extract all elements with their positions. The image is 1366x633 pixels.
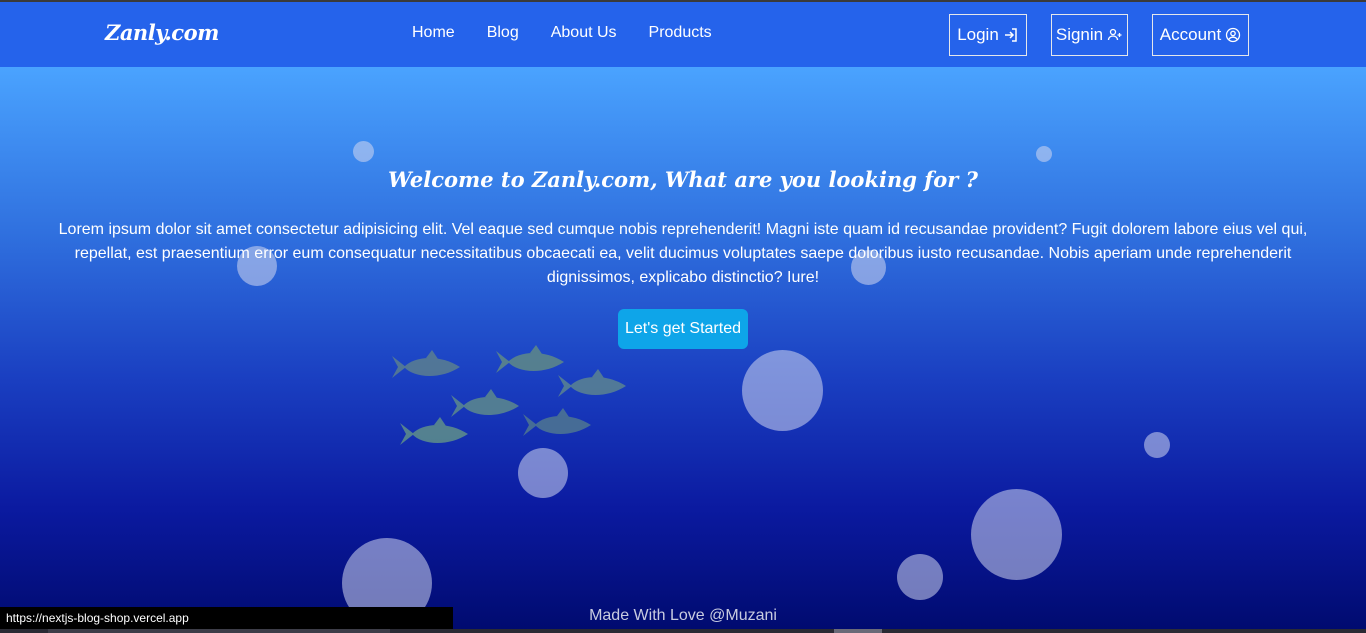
fish-icon xyxy=(392,350,460,378)
hero-section: Welcome to Zanly.com, What are you looki… xyxy=(0,67,1366,633)
nav-link-about-us[interactable]: About Us xyxy=(551,24,617,42)
nav-link-home[interactable]: Home xyxy=(412,24,455,42)
fish-icon xyxy=(558,369,626,397)
login-button[interactable]: Login xyxy=(949,14,1027,56)
nav-links: Home Blog About Us Products xyxy=(412,24,712,42)
fish-school-illustration xyxy=(390,342,640,462)
bubble xyxy=(1036,146,1052,162)
user-circle-icon xyxy=(1226,27,1241,43)
navbar: Zanly.com Home Blog About Us Products Lo… xyxy=(0,2,1366,67)
bubble xyxy=(742,350,823,431)
login-label: Login xyxy=(957,25,999,44)
status-bar-url: https://nextjs-blog-shop.vercel.app xyxy=(0,607,453,629)
fish-icon xyxy=(496,345,564,373)
account-label: Account xyxy=(1159,25,1222,44)
brand-logo[interactable]: Zanly.com xyxy=(105,20,219,45)
hero-description: Lorem ipsum dolor sit amet consectetur a… xyxy=(58,221,1308,286)
bubble xyxy=(971,489,1062,580)
nav-link-products[interactable]: Products xyxy=(649,24,712,42)
bubble xyxy=(353,141,374,162)
taskbar-item[interactable] xyxy=(834,629,882,633)
signin-label: Signin xyxy=(1055,25,1104,44)
bubble xyxy=(1144,432,1170,458)
account-button[interactable]: Account xyxy=(1152,14,1249,56)
nav-link-blog[interactable]: Blog xyxy=(487,24,519,42)
user-plus-icon xyxy=(1107,28,1122,41)
taskbar-strip xyxy=(0,629,1366,633)
signin-button[interactable]: Signin xyxy=(1051,14,1128,56)
bubble xyxy=(897,554,943,600)
hero-title: Welcome to Zanly.com, What are you looki… xyxy=(388,167,978,192)
login-icon xyxy=(1004,28,1017,42)
fish-icon xyxy=(523,408,591,436)
taskbar-item[interactable] xyxy=(48,629,390,633)
fish-icon xyxy=(400,417,468,445)
get-started-button[interactable]: Let's get Started xyxy=(618,309,748,349)
